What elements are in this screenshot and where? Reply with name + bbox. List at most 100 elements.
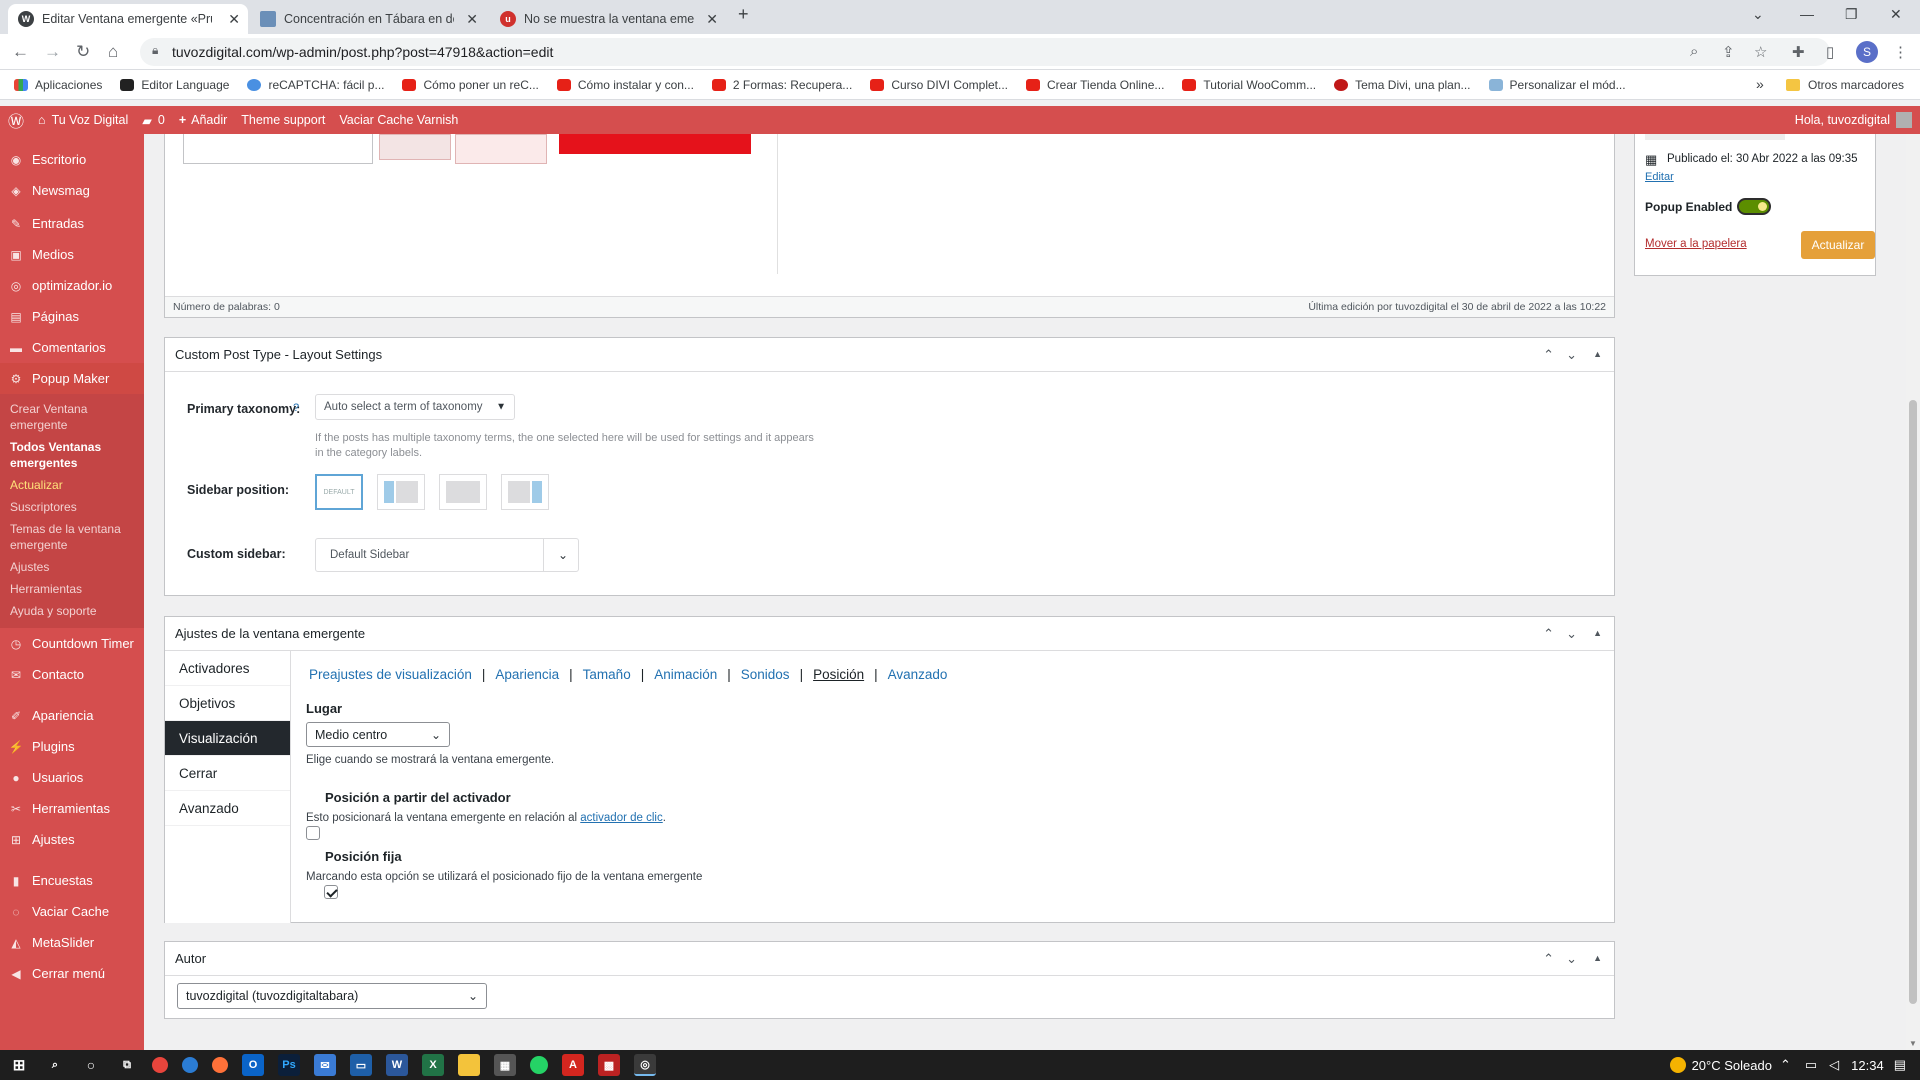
trash-link[interactable]: Mover a la papelera <box>1645 238 1747 250</box>
weather-text[interactable]: 20°C Soleado <box>1692 1058 1772 1073</box>
sidebar-item[interactable]: ✐ Apariencia <box>0 700 144 731</box>
tab-search-icon[interactable]: ⌄ <box>1752 6 1764 23</box>
bookmark-item[interactable]: Curso DIVI Complet... <box>870 78 1008 92</box>
tab-animación[interactable]: Animación <box>654 667 717 682</box>
close-tab-icon[interactable]: ✕ <box>706 11 718 28</box>
bookmark-item[interactable]: Editor Language <box>120 78 229 92</box>
position-trigger-label[interactable]: Posición a partir del activador <box>325 790 511 805</box>
bookmark-item[interactable]: Cómo poner un reC... <box>402 78 539 92</box>
bookmark-item[interactable]: Personalizar el mód... <box>1488 78 1626 92</box>
word-app-icon[interactable]: W <box>386 1054 408 1076</box>
close-window-icon[interactable]: ✕ <box>1890 6 1902 23</box>
tab-sonidos[interactable]: Sonidos <box>741 667 790 682</box>
bookmark-item[interactable]: Tema Divi, una plan... <box>1334 78 1471 92</box>
move-up-icon[interactable]: ⌃ <box>1543 626 1554 642</box>
forward-icon[interactable]: → <box>44 42 61 62</box>
photoshop-app-icon[interactable]: Ps <box>278 1054 300 1076</box>
chevron-up-icon[interactable]: ⌃ <box>1780 1057 1791 1073</box>
chrome-app-icon[interactable] <box>152 1057 168 1073</box>
sidebar-item[interactable]: ✂ Herramientas <box>0 793 144 824</box>
clock[interactable]: 12:34 <box>1851 1058 1884 1073</box>
bookmark-item[interactable]: Cómo instalar y con... <box>556 78 694 92</box>
reload-icon[interactable]: ↻ <box>76 42 90 62</box>
excel-app-icon[interactable]: X <box>422 1054 444 1076</box>
sidebar-item[interactable]: ◎ optimizador.io <box>0 270 144 301</box>
sidebar-item[interactable]: ⊞ Ajustes <box>0 824 144 855</box>
submenu-item[interactable]: Ajustes <box>0 556 144 578</box>
tab-concentracion[interactable]: Concentración en Tábara en defe ✕ <box>250 4 486 34</box>
sidebar-item[interactable]: ● Usuarios <box>0 762 144 793</box>
sidebar-item[interactable]: ◈ Newsmag <box>0 175 144 206</box>
whatsapp-app-icon[interactable] <box>530 1056 548 1074</box>
toggle-panel-icon[interactable]: ▲ <box>1593 628 1602 638</box>
submenu-item[interactable]: Ayuda y soporte <box>0 600 144 622</box>
click-trigger-link[interactable]: activador de clic <box>580 812 662 824</box>
bookmark-item[interactable]: Tutorial WooComm... <box>1182 78 1316 92</box>
sidebar-item[interactable]: ▮ Encuestas <box>0 865 144 896</box>
tab-posición[interactable]: Posición <box>813 667 864 682</box>
task-view-icon[interactable]: ⧉ <box>116 1054 138 1076</box>
new-tab-icon[interactable]: + <box>738 4 749 25</box>
minimize-icon[interactable]: — <box>1800 6 1814 22</box>
search-icon[interactable]: ⌕ <box>44 1054 66 1076</box>
submenu-item[interactable]: Todos Ventanas emergentes <box>0 436 144 474</box>
lugar-select[interactable]: Medio centro ⌄ <box>306 722 450 747</box>
tab-editar-ventana[interactable]: W Editar Ventana emergente «Prue ✕ <box>8 4 248 34</box>
toggle-panel-icon[interactable]: ▲ <box>1593 953 1602 963</box>
submenu-item[interactable]: Temas de la ventana emergente <box>0 518 144 556</box>
vertical-tab[interactable]: Visualización <box>165 721 290 756</box>
move-down-icon[interactable]: ⌄ <box>1566 626 1577 642</box>
share-icon[interactable]: ⇪ <box>1722 43 1735 61</box>
move-down-icon[interactable]: ⌄ <box>1566 347 1577 363</box>
side-panel-icon[interactable]: ▯ <box>1826 43 1834 61</box>
theme-support-link[interactable]: Theme support <box>241 113 325 127</box>
comments-link[interactable]: ▰ 0 <box>142 113 165 128</box>
volume-icon[interactable]: ◁ <box>1829 1057 1839 1073</box>
scroll-down-icon[interactable]: ▼ <box>1909 1039 1917 1048</box>
cortana-icon[interactable]: ○ <box>80 1054 102 1076</box>
submenu-item[interactable]: Suscriptores <box>0 496 144 518</box>
sidebar-item[interactable]: ✉ Contacto <box>0 659 144 690</box>
account-menu[interactable]: Hola, tuvozdigital <box>1795 112 1912 128</box>
add-new-link[interactable]: + Añadir <box>179 113 227 127</box>
url-input[interactable]: tuvozdigital.com/wp-admin/post.php?post=… <box>140 38 1830 66</box>
scrollbar-thumb[interactable] <box>1909 400 1917 1004</box>
sidebar-item[interactable]: ▤ Páginas <box>0 301 144 332</box>
bookmark-item[interactable]: reCAPTCHA: fácil p... <box>247 78 384 92</box>
other-bookmarks[interactable]: Otros marcadores <box>1786 78 1904 92</box>
app-icon[interactable]: ▩ <box>598 1054 620 1076</box>
sidebar-item[interactable]: ◌ Vaciar Cache <box>0 896 144 927</box>
sidebar-item[interactable]: ⚙ Popup Maker <box>0 363 144 394</box>
more-bookmarks-icon[interactable]: » <box>1756 76 1764 92</box>
file-explorer-icon[interactable] <box>458 1054 480 1076</box>
submenu-item[interactable]: Actualizar <box>0 474 144 496</box>
tab-avanzado[interactable]: Avanzado <box>888 667 948 682</box>
sidebar-item[interactable]: ▬ Comentarios <box>0 332 144 363</box>
popup-enabled-toggle[interactable] <box>1737 198 1771 215</box>
sidebar-position-default[interactable]: DEFAULT <box>315 474 363 510</box>
acrobat-app-icon[interactable]: A <box>562 1054 584 1076</box>
varnish-link[interactable]: Vaciar Cache Varnish <box>339 113 458 127</box>
move-up-icon[interactable]: ⌃ <box>1543 951 1554 967</box>
sidebar-item[interactable]: ◀ Cerrar menú <box>0 958 144 989</box>
bookmark-star-icon[interactable]: ☆ <box>1754 43 1767 61</box>
bookmark-item[interactable]: 2 Formas: Recupera... <box>711 78 852 92</box>
vertical-tab[interactable]: Objetivos <box>165 686 290 721</box>
tab-no-se-muestra[interactable]: u No se muestra la ventana emerg ✕ <box>490 4 726 34</box>
lock-icon[interactable]: 🔒︎ <box>152 43 158 58</box>
tab-preajustes-de-visualización[interactable]: Preajustes de visualización <box>309 667 472 682</box>
store-app-icon[interactable]: ▦ <box>494 1054 516 1076</box>
vertical-tab[interactable]: Cerrar <box>165 756 290 791</box>
update-button[interactable]: Actualizar <box>1801 231 1875 259</box>
edit-date-link[interactable]: Editar <box>1645 171 1674 183</box>
sidebar-item[interactable]: ✎ Entradas <box>0 208 144 239</box>
move-up-icon[interactable]: ⌃ <box>1543 347 1554 363</box>
site-name-link[interactable]: ⌂ Tu Voz Digital <box>38 113 128 127</box>
back-icon[interactable]: ← <box>12 42 29 62</box>
sidebar-item[interactable]: ◷ Countdown Timer <box>0 628 144 659</box>
author-select[interactable]: tuvozdigital (tuvozdigitaltabara) ⌄ <box>177 983 487 1009</box>
edge-app-icon[interactable] <box>182 1057 198 1073</box>
home-icon[interactable]: ⌂ <box>108 42 118 62</box>
help-icon[interactable]: ? <box>293 402 299 414</box>
submenu-item[interactable]: Crear Ventana emergente <box>0 398 144 436</box>
